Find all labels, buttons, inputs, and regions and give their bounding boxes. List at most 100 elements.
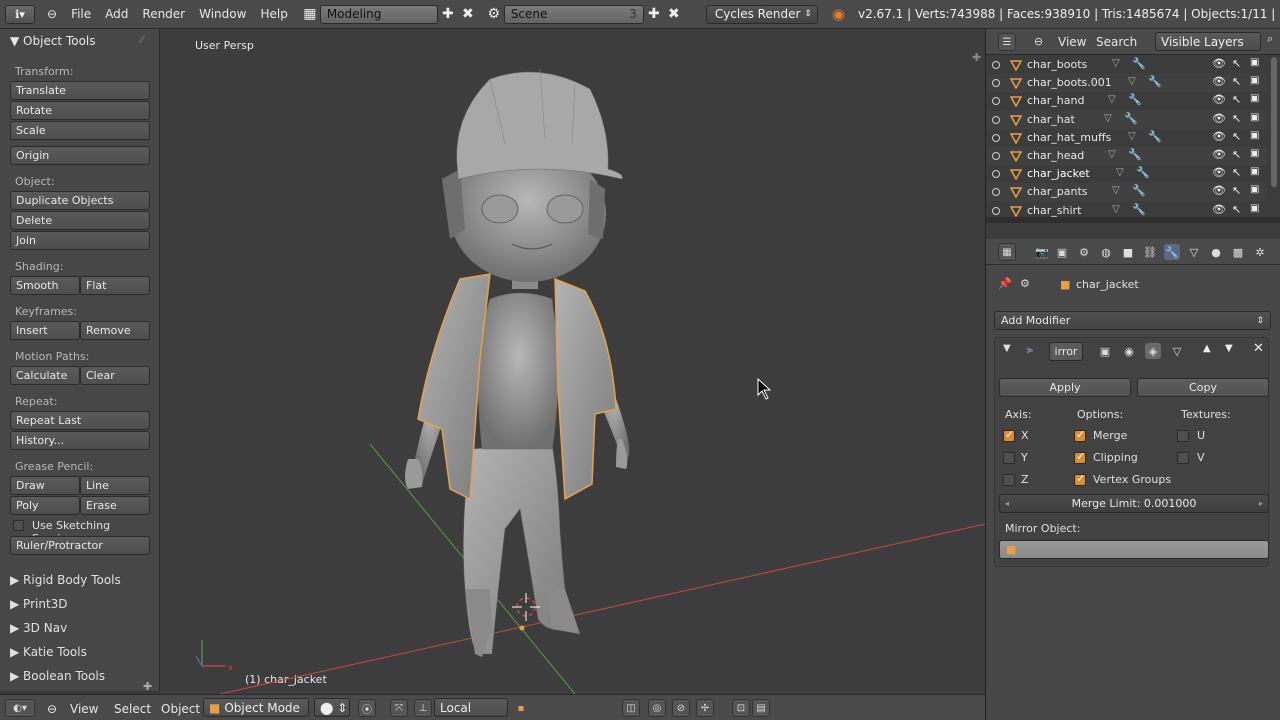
panel-katie-tools[interactable]: ▶ Katie Tools: [10, 645, 87, 659]
ruler-protractor-button[interactable]: Ruler/Protractor: [10, 536, 150, 555]
vertex-groups-checkbox[interactable]: [1074, 472, 1086, 486]
renderability-camera-icon[interactable]: ▣: [1250, 166, 1259, 177]
material-tab-icon[interactable]: ●: [1208, 244, 1224, 260]
line-button[interactable]: Line: [80, 476, 150, 495]
remove-scene-icon[interactable]: ✖: [664, 5, 684, 24]
selectability-cursor-icon[interactable]: ↖: [1232, 57, 1241, 70]
info-editor-type-button[interactable]: ℹ▾: [5, 4, 35, 24]
expand-toggle-icon[interactable]: [992, 188, 1000, 197]
outliner-row[interactable]: char_boots.001 ▽ 🔧 👁 ↖ ▣: [986, 74, 1266, 93]
remove-screen-icon[interactable]: ✖: [458, 5, 478, 24]
decrement-arrow-icon[interactable]: ◂: [1005, 499, 1009, 508]
scene-field[interactable]: Scene 3: [503, 4, 644, 24]
add-modifier-dropdown[interactable]: Add Modifier ⇕: [994, 311, 1271, 330]
outliner-item-name[interactable]: char_hat: [1027, 113, 1075, 126]
outliner-editor-type-button[interactable]: ☰: [998, 33, 1016, 51]
flat-button[interactable]: Flat: [80, 276, 150, 295]
screen-layout-field[interactable]: Modeling: [319, 4, 438, 24]
outliner-row[interactable]: char_boots ▽ 🔧 👁 ↖ ▣: [986, 56, 1266, 74]
proportional-edit-icon[interactable]: ◫: [622, 699, 640, 717]
join-button[interactable]: Join: [10, 231, 150, 250]
outliner-row[interactable]: char_hat_muffs ▽ 🔧 👁 ↖ ▣: [986, 129, 1266, 147]
visibility-eye-icon[interactable]: 👁: [1212, 57, 1226, 70]
menu-select[interactable]: Select: [114, 702, 151, 716]
texture-tab-icon[interactable]: ▩: [1230, 244, 1246, 260]
renderability-camera-icon[interactable]: ▣: [1250, 130, 1259, 141]
move-down-icon[interactable]: ▼: [1225, 343, 1233, 354]
expand-toggle-icon[interactable]: [992, 133, 1000, 142]
renderability-camera-icon[interactable]: ▣: [1250, 203, 1259, 214]
menu-add[interactable]: Add: [105, 7, 128, 21]
modifier-editmode-toggle-icon[interactable]: ◈: [1145, 343, 1161, 359]
menu-file[interactable]: File: [71, 7, 91, 21]
menu-help[interactable]: Help: [260, 7, 287, 21]
renderability-camera-icon[interactable]: ▣: [1250, 75, 1259, 86]
renderability-camera-icon[interactable]: ▣: [1250, 93, 1259, 104]
merge-checkbox[interactable]: [1074, 428, 1086, 442]
panel-3d-nav[interactable]: ▶ 3D Nav: [10, 621, 67, 635]
expand-toggle-icon[interactable]: [992, 170, 1000, 179]
mode-dropdown[interactable]: ■ Object Mode: [203, 698, 309, 717]
render-engine-dropdown[interactable]: Cycles Render ⇕: [705, 4, 818, 24]
expand-toggle-icon[interactable]: [992, 206, 1000, 215]
calculate-button[interactable]: Calculate: [10, 366, 80, 385]
panel-print3d[interactable]: ▶ Print3D: [10, 597, 68, 611]
modifiers-tab-icon[interactable]: 🔧: [1164, 244, 1180, 260]
add-scene-icon[interactable]: ✚: [644, 5, 664, 24]
outliner-search-icon[interactable]: ⌕: [1267, 32, 1273, 46]
constraints-tab-icon[interactable]: ⛓: [1142, 244, 1158, 260]
outliner-scrollbar[interactable]: [1271, 57, 1277, 187]
editor-type-button[interactable]: ◐▾: [5, 699, 35, 717]
expand-toggle-icon[interactable]: [992, 79, 1000, 88]
scene-tab-icon[interactable]: ⚙: [1076, 244, 1092, 260]
panel-rigid-body-tools[interactable]: ▶ Rigid Body Tools: [10, 573, 121, 587]
modifier-render-toggle-icon[interactable]: ▣: [1097, 343, 1113, 359]
outliner-menu-search[interactable]: Search: [1096, 35, 1137, 49]
selectability-cursor-icon[interactable]: ↖: [1232, 112, 1241, 125]
outliner-display-mode-dropdown[interactable]: Visible Layers: [1155, 32, 1261, 51]
outliner-row[interactable]: char_hand ▽ 🔧 👁 ↖ ▣: [986, 92, 1266, 110]
smooth-button[interactable]: Smooth: [10, 276, 80, 295]
rotate-button[interactable]: Rotate: [10, 101, 150, 120]
apply-button[interactable]: Apply: [999, 378, 1131, 397]
visibility-eye-icon[interactable]: 👁: [1212, 148, 1226, 161]
outliner-collapse-icon[interactable]: ⊖: [1034, 35, 1043, 48]
modifier-name-field[interactable]: irror: [1049, 342, 1083, 361]
selectability-cursor-icon[interactable]: ↖: [1232, 203, 1241, 216]
menu-render[interactable]: Render: [142, 7, 185, 21]
selectability-cursor-icon[interactable]: ↖: [1232, 130, 1241, 143]
outliner-row[interactable]: char_hat ▽ 🔧 👁 ↖ ▣: [986, 110, 1266, 129]
object-tools-header[interactable]: ▼ Object Tools: [10, 34, 96, 48]
opengl-animation-icon[interactable]: ▤: [752, 699, 770, 717]
add-region-icon[interactable]: ✚: [143, 680, 152, 693]
renderability-camera-icon[interactable]: ▣: [1250, 112, 1259, 123]
move-up-icon[interactable]: ▲: [1203, 343, 1211, 354]
visibility-eye-icon[interactable]: 👁: [1212, 166, 1226, 179]
outliner-item-name[interactable]: char_hand: [1027, 94, 1084, 107]
snap-toggle-icon[interactable]: ◎: [648, 699, 666, 717]
panel-drag-handle-icon[interactable]: ⁄⁄: [140, 35, 143, 46]
visibility-eye-icon[interactable]: 👁: [1212, 130, 1226, 143]
outliner-row[interactable]: char_pants ▽ 🔧 👁 ↖ ▣: [986, 183, 1266, 202]
insert-keyframe-button[interactable]: Insert: [10, 321, 80, 340]
increment-arrow-icon[interactable]: ▸: [1259, 499, 1263, 508]
outliner-item-name[interactable]: char_pants: [1027, 185, 1088, 198]
world-tab-icon[interactable]: ◍: [1098, 244, 1114, 260]
selectability-cursor-icon[interactable]: ↖: [1232, 93, 1241, 106]
pivot-point-icon[interactable]: ⦿: [358, 699, 376, 717]
expand-toggle-icon[interactable]: [992, 61, 1000, 69]
axis-x-checkbox[interactable]: [1003, 428, 1015, 442]
menu-window[interactable]: Window: [199, 7, 246, 21]
renderability-camera-icon[interactable]: ▣: [1250, 184, 1259, 195]
modifier-collapse-icon[interactable]: ▼: [1003, 343, 1011, 354]
clipping-checkbox[interactable]: [1074, 450, 1086, 464]
history-button[interactable]: History...: [10, 431, 150, 450]
visibility-eye-icon[interactable]: 👁: [1212, 93, 1226, 106]
outliner-item-name[interactable]: char_jacket: [1027, 167, 1090, 180]
sketching-sessions-checkbox[interactable]: [13, 520, 24, 531]
object-tab-icon[interactable]: ■: [1120, 244, 1136, 260]
outliner-horizontal-scroll[interactable]: [986, 217, 1280, 223]
pin-icon[interactable]: 📌: [998, 277, 1012, 290]
outliner-item-name[interactable]: char_head: [1027, 149, 1084, 162]
transform-orientation-icon[interactable]: ⊥: [414, 699, 432, 717]
